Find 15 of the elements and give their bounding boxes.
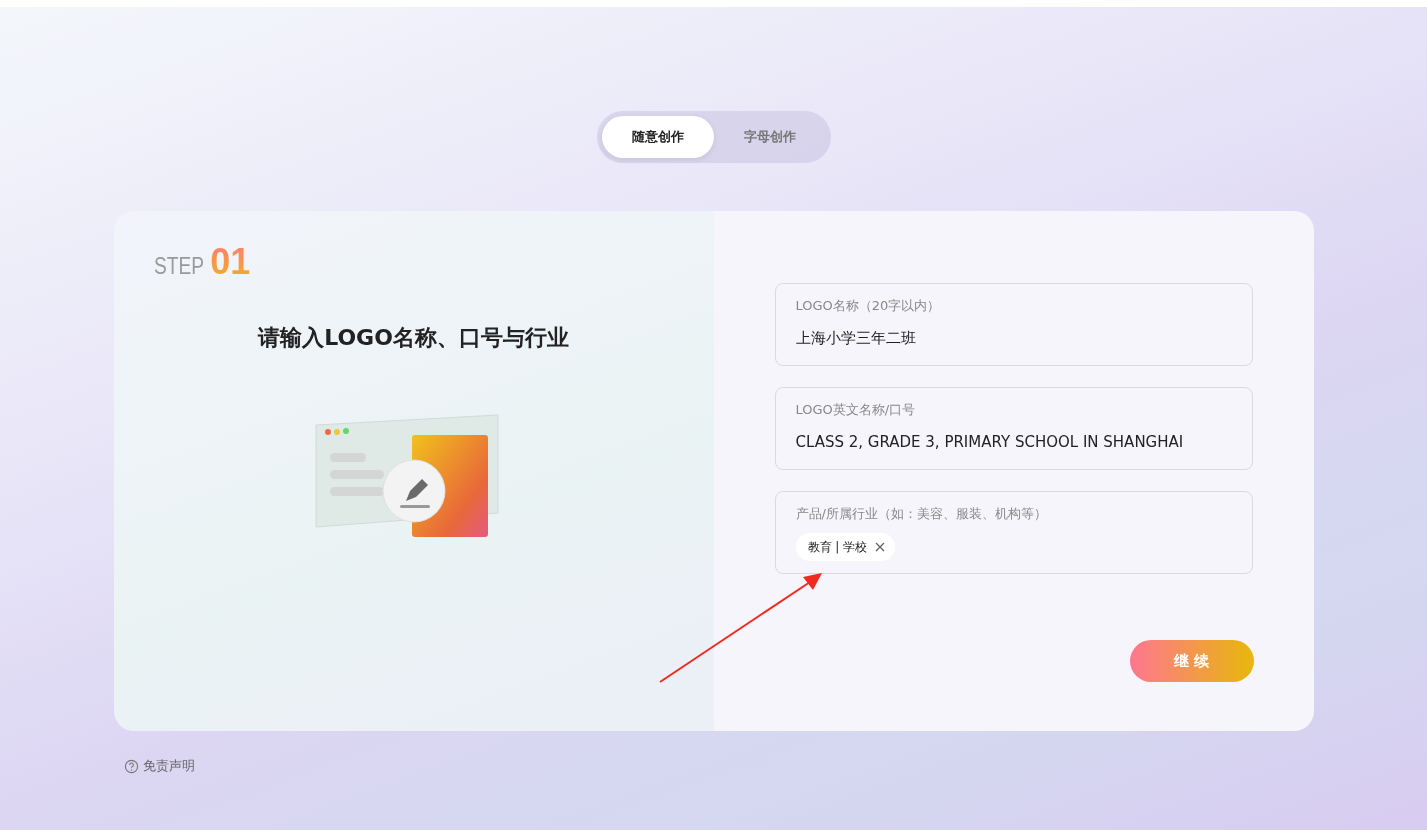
step-label: STEP: [153, 252, 204, 280]
field-label: 产品/所属行业（如：美容、服装、机构等）: [795, 505, 1048, 523]
close-icon[interactable]: [875, 542, 886, 552]
form-field[interactable]: LOGO名称（20字以内） 上海小学三年二班: [774, 283, 1253, 366]
field-value[interactable]: 上海小学三年二班: [795, 329, 1236, 347]
field-value[interactable]: CLASS 2, GRADE 3, PRIMARY SCHOOL IN SHANGHAI: [795, 433, 1236, 451]
mode-tab[interactable]: 随意创作: [601, 116, 714, 158]
field-label: LOGO名称（20字以内）: [795, 297, 942, 315]
industry-tag[interactable]: 教育 | 学校: [795, 533, 896, 561]
form-field[interactable]: 产品/所属行业（如：美容、服装、机构等） 教育 | 学校: [774, 491, 1253, 574]
help-icon: [124, 758, 139, 774]
form-field[interactable]: LOGO英文名称/口号 CLASS 2, GRADE 3, PRIMARY SCHOOL IN SHANGHAI: [774, 387, 1253, 470]
step-heading: 请输入LOGO名称、口号与行业: [258, 324, 569, 352]
disclaimer-link[interactable]: 免责声明: [143, 757, 195, 775]
field-label: LOGO英文名称/口号: [795, 401, 917, 419]
